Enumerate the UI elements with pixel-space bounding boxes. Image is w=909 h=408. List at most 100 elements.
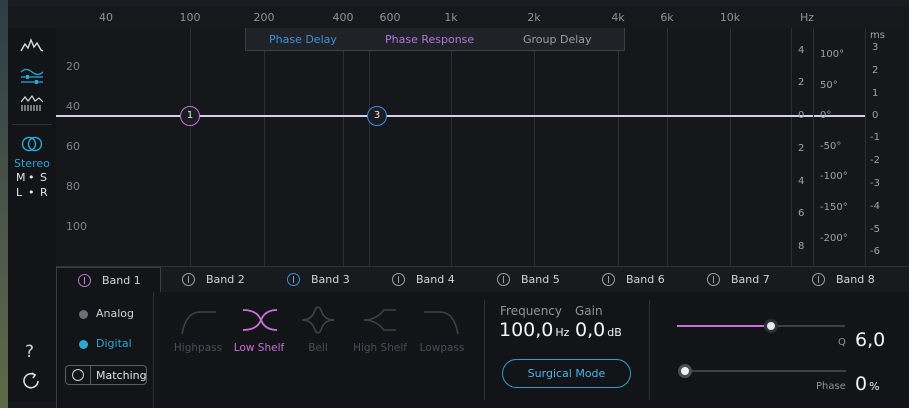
band-power-icon[interactable] xyxy=(497,273,510,286)
surgical-mode-button[interactable]: Surgical Mode xyxy=(502,359,631,388)
gain-number: 0,0 xyxy=(575,319,606,341)
frequency-value[interactable]: 100,0 Hz xyxy=(499,319,569,341)
tab-band-8[interactable]: Band 8 xyxy=(791,267,896,293)
freq-label-10k: 10k xyxy=(719,11,741,24)
ms-label: -5 xyxy=(870,224,880,235)
ms-unit-label: ms xyxy=(870,30,885,41)
phase-number: 0 xyxy=(855,373,868,395)
freq-label-400: 400 xyxy=(332,11,354,24)
tab-band-1[interactable]: Band 1 xyxy=(56,267,161,293)
eq-response-curve xyxy=(56,115,865,117)
digital-radio[interactable] xyxy=(79,340,88,349)
freq-label-600: 600 xyxy=(379,11,401,24)
frequency-number: 100,0 xyxy=(499,319,554,341)
ms-s-label: S xyxy=(40,171,47,184)
tab-band-6[interactable]: Band 6 xyxy=(581,267,686,293)
freq-label-1k: 1k xyxy=(444,11,458,24)
gain-value[interactable]: 0,0 dB xyxy=(575,319,622,341)
phase-degree-label: 50° xyxy=(820,80,838,91)
q-slider-knob[interactable] xyxy=(764,319,778,333)
shape-label: Highpass xyxy=(173,342,223,354)
stereo-link-icon[interactable] xyxy=(21,136,43,152)
analog-radio[interactable] xyxy=(79,310,88,319)
help-button[interactable]: ? xyxy=(25,342,34,362)
freq-label-100: 100 xyxy=(179,11,201,24)
eq-graph[interactable]: 20 40 60 80 100 Phase Delay Phase Respon… xyxy=(56,28,865,266)
eq-view-icon[interactable] xyxy=(20,66,44,84)
grid-line xyxy=(190,28,191,266)
band-tabs: Band 1 Band 2 Band 3 Band 4 Band 5 Band … xyxy=(56,266,909,293)
tab-group-delay[interactable]: Group Delay xyxy=(523,33,592,46)
phase-slider-track[interactable] xyxy=(678,370,846,372)
display-mode-tabs: Phase Delay Phase Response Group Delay xyxy=(245,28,625,51)
phase-degree-label: -150° xyxy=(820,202,848,213)
band-power-icon[interactable] xyxy=(287,273,300,286)
q-value[interactable]: 6,0 xyxy=(855,329,885,351)
right-axis-label: 8 xyxy=(798,241,805,252)
db-label: 80 xyxy=(66,180,80,193)
ms-label: 0 xyxy=(872,110,879,121)
tab-band-7[interactable]: Band 7 xyxy=(686,267,791,293)
band-power-icon[interactable] xyxy=(812,273,825,286)
axis-divider xyxy=(813,28,814,266)
matching-power-icon xyxy=(72,369,84,381)
shape-lowpass[interactable]: Lowpass xyxy=(407,304,477,356)
shape-highpass[interactable]: Highpass xyxy=(163,304,233,356)
stereo-mode-label[interactable]: Stereo xyxy=(14,157,50,170)
phase-unit: % xyxy=(869,380,880,393)
tab-band-2[interactable]: Band 2 xyxy=(161,267,266,293)
phase-value[interactable]: 0% xyxy=(855,373,880,395)
band-tab-label: Band 5 xyxy=(521,273,560,286)
ms-label: -4 xyxy=(870,201,880,212)
tab-phase-response[interactable]: Phase Response xyxy=(385,33,474,46)
tab-band-5[interactable]: Band 5 xyxy=(476,267,581,293)
shape-label: High Shelf xyxy=(353,342,407,354)
band-power-icon[interactable] xyxy=(78,274,91,287)
shape-high-shelf[interactable]: High Shelf xyxy=(345,304,415,356)
band-power-icon[interactable] xyxy=(707,273,720,286)
tab-band-3[interactable]: Band 3 xyxy=(266,267,371,293)
frequency-unit: Hz xyxy=(555,326,570,339)
phase-degree-label: -200° xyxy=(820,233,848,244)
section-divider xyxy=(484,300,485,400)
tab-phase-delay[interactable]: Phase Delay xyxy=(269,33,337,46)
right-axis-label: 6 xyxy=(798,208,805,219)
phase-label: Phase xyxy=(816,381,846,392)
shape-bell[interactable]: Bell xyxy=(283,304,353,356)
matching-divider xyxy=(90,365,91,385)
lr-r-label: R xyxy=(40,186,48,199)
lowpass-icon xyxy=(424,311,459,335)
db-label: 60 xyxy=(66,140,80,153)
band-power-icon[interactable] xyxy=(392,273,405,286)
band-tab-label: Band 6 xyxy=(626,273,665,286)
matching-button[interactable]: Matching xyxy=(65,365,147,385)
band-tab-label: Band 3 xyxy=(311,273,350,286)
band-tab-label: Band 4 xyxy=(416,273,455,286)
band-node-1[interactable]: 1 xyxy=(180,106,200,126)
group-delay-axis: ms 3 2 1 0 -1 -2 -3 -4 -5 -6 xyxy=(865,28,909,266)
spectrum-view-icon[interactable] xyxy=(20,36,44,54)
right-axis-label: 2 xyxy=(798,77,805,88)
refresh-icon[interactable] xyxy=(21,371,41,391)
filter-mode-group: Analog Digital Matching xyxy=(56,292,154,408)
phase-degree-label: 100° xyxy=(820,49,845,60)
band-controls-panel: Analog Digital Matching Highpass Low She… xyxy=(56,292,909,408)
tab-band-4[interactable]: Band 4 xyxy=(371,267,476,293)
analog-label[interactable]: Analog xyxy=(96,307,134,320)
freq-label-2k: 2k xyxy=(527,11,541,24)
phase-degree-label: 0° xyxy=(820,110,832,121)
band-node-3[interactable]: 3 xyxy=(367,106,387,126)
phase-degree-label: -50° xyxy=(820,141,842,152)
ms-m-label: M xyxy=(16,171,26,184)
band-tab-label: Band 8 xyxy=(836,273,875,286)
phase-slider-knob[interactable] xyxy=(678,364,692,378)
digital-label[interactable]: Digital xyxy=(96,337,132,350)
spectrogram-view-icon[interactable] xyxy=(20,94,44,112)
band-power-icon[interactable] xyxy=(602,273,615,286)
frequency-ruler: 40 100 200 400 600 1k 2k 4k 6k 10k Hz xyxy=(56,6,865,28)
right-axis-label: 0 xyxy=(798,110,805,121)
band-power-icon[interactable] xyxy=(182,273,195,286)
lr-l-label: L xyxy=(16,186,23,199)
band-tab-label: Band 7 xyxy=(731,273,770,286)
q-label: Q xyxy=(838,337,846,348)
